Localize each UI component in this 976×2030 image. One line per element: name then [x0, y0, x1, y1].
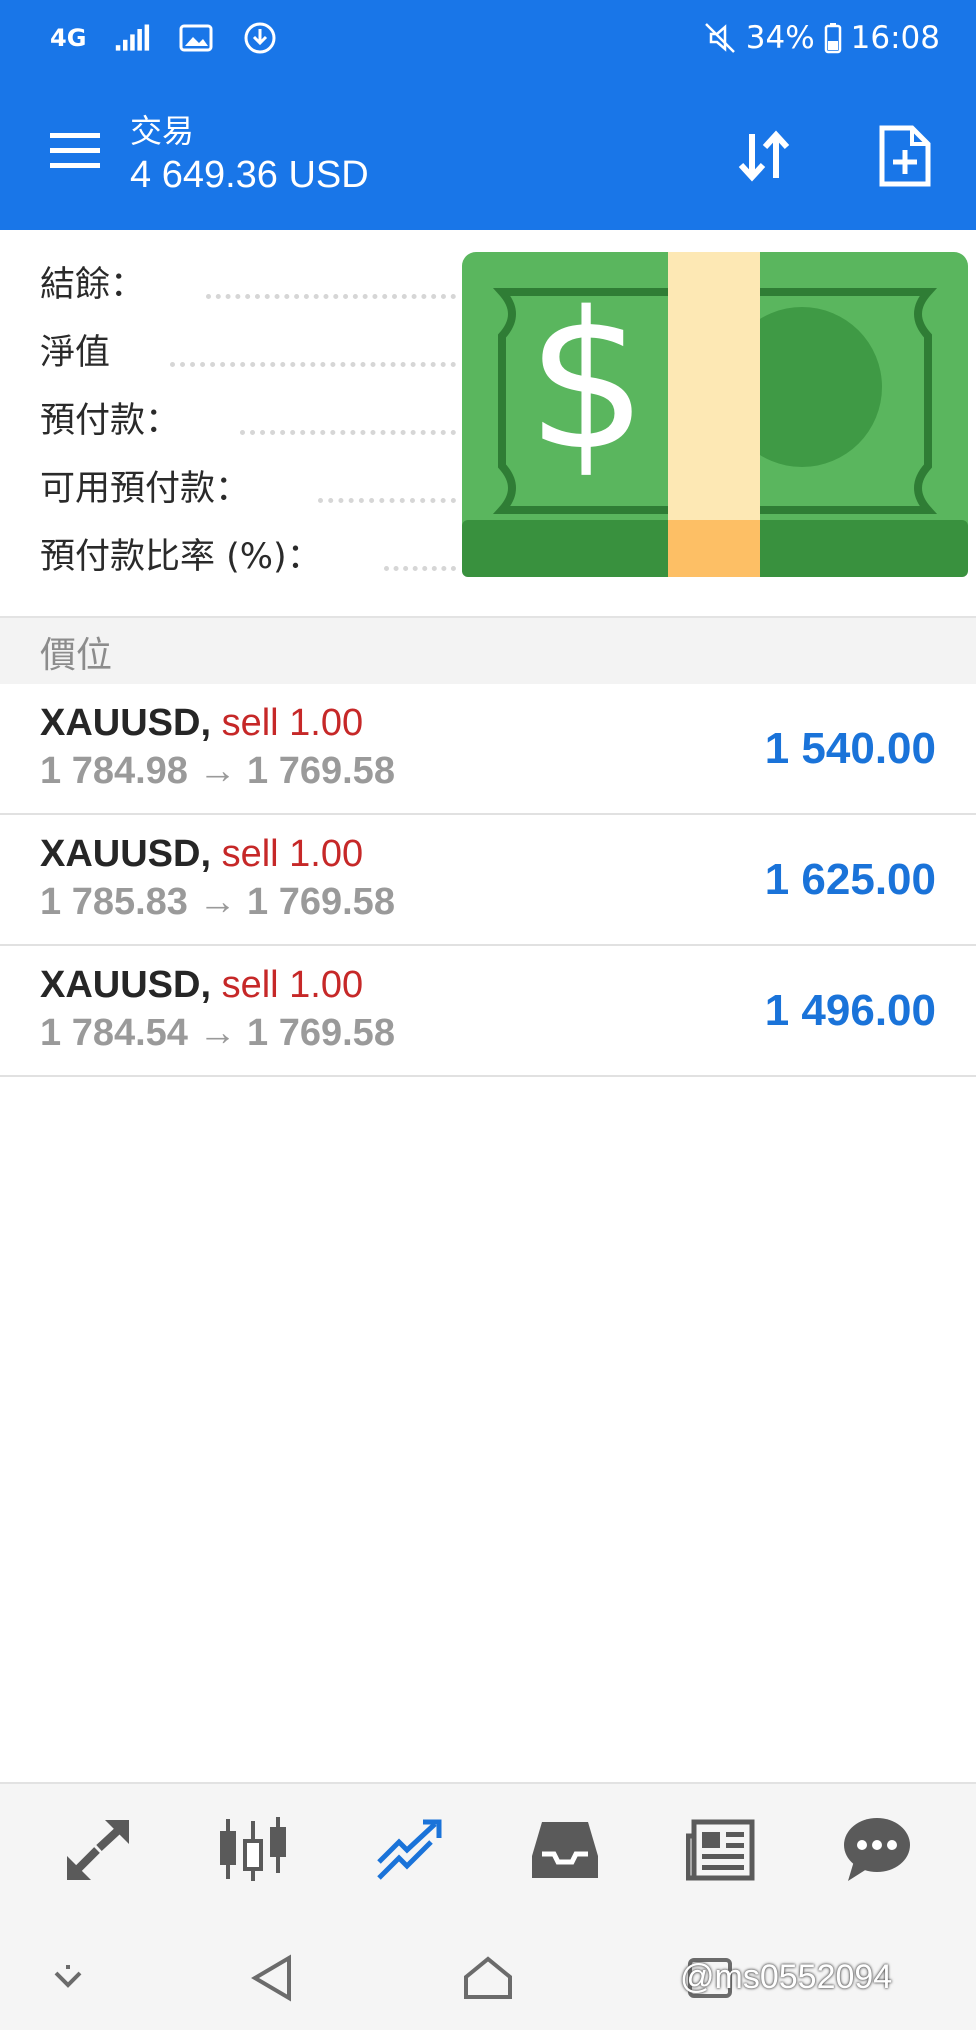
signal-icon [114, 20, 150, 56]
chart-icon [220, 1817, 286, 1881]
position-symbol: XAUUSD, [40, 964, 212, 1006]
nav-quotes[interactable] [58, 1810, 138, 1890]
equity-row: 淨值 [40, 318, 110, 380]
download-icon [242, 20, 278, 56]
equity-dots [170, 358, 456, 367]
position-side: sell 1.00 [221, 964, 364, 1006]
balance-row: 結餘： [40, 250, 145, 312]
margin-level-label: 預付款比率 (%)： [40, 536, 322, 577]
position-prices: 1 784.54 → 1 769.58 [40, 1012, 395, 1054]
margin-dots [240, 426, 456, 435]
status-bar: 4G 34% 16:08 [0, 0, 976, 80]
position-title: XAUUSD, sell 1.00 [40, 833, 363, 876]
free-margin-dots [318, 494, 456, 503]
status-right: 34% 16:08 [702, 20, 940, 56]
trade-icon [377, 1819, 442, 1880]
image-icon [178, 20, 214, 56]
network-indicator: 4G [50, 24, 87, 52]
quotes-icon [67, 1820, 129, 1880]
collapse-icon [54, 1965, 82, 1988]
page-title: 交易 [130, 112, 195, 150]
home-button[interactable] [458, 1948, 518, 2008]
nav-news[interactable] [681, 1810, 761, 1890]
battery-icon [823, 20, 843, 56]
sort-button[interactable] [732, 124, 796, 188]
svg-text:$: $ [527, 271, 648, 492]
positions-title: 價位 [40, 635, 113, 676]
position-side: sell 1.00 [221, 702, 364, 744]
position-row[interactable]: XAUUSD, sell 1.00 1 784.54 → 1 769.58 1 … [0, 946, 976, 1077]
position-profit: 1 625.00 [764, 855, 936, 904]
position-prices: 1 785.83 → 1 769.58 [40, 881, 395, 923]
chat-icon [844, 1818, 910, 1881]
collapse-button[interactable] [38, 1948, 98, 2008]
position-symbol: XAUUSD, [40, 833, 212, 875]
free-margin-row: 可用預付款： [40, 454, 250, 516]
position-title: XAUUSD, sell 1.00 [40, 964, 363, 1007]
clock: 16:08 [850, 20, 940, 56]
new-order-icon [879, 125, 931, 187]
news-icon [686, 1819, 755, 1881]
position-title: XAUUSD, sell 1.00 [40, 702, 363, 745]
nav-history[interactable] [525, 1810, 605, 1890]
status-left: 4G [50, 20, 278, 56]
app-bar: 交易 4 649.36 USD [0, 80, 976, 230]
position-side: sell 1.00 [221, 833, 364, 875]
position-row[interactable]: XAUUSD, sell 1.00 1 785.83 → 1 769.58 1 … [0, 815, 976, 946]
home-icon [464, 1956, 512, 1999]
position-row[interactable]: XAUUSD, sell 1.00 1 784.98 → 1 769.58 1 … [0, 684, 976, 815]
equity-label: 淨值 [40, 332, 111, 373]
mute-icon [702, 20, 738, 56]
position-profit: 1 496.00 [764, 986, 936, 1035]
watermark: @ms0552094 [680, 1958, 893, 1996]
free-margin-label: 可用預付款： [40, 468, 251, 509]
margin-level-row: 預付款比率 (%)： [40, 522, 322, 584]
margin-label: 預付款： [40, 400, 181, 441]
margin-level-dots [384, 562, 456, 571]
menu-button[interactable] [48, 130, 102, 172]
history-icon [532, 1822, 598, 1878]
position-profit: 1 540.00 [764, 724, 936, 773]
balance-label: 結餘： [40, 264, 146, 305]
nav-chat[interactable] [837, 1810, 917, 1890]
position-symbol: XAUUSD, [40, 702, 212, 744]
new-order-button[interactable] [872, 124, 936, 188]
battery-percent: 34% [745, 20, 815, 56]
sort-icon [738, 130, 790, 182]
account-balance: 4 649.36 USD [130, 154, 369, 196]
back-button[interactable] [243, 1948, 303, 2008]
menu-icon [50, 133, 100, 168]
nav-trade[interactable] [370, 1810, 450, 1890]
money-emoji-icon: $ [462, 252, 968, 577]
nav-chart[interactable] [213, 1810, 293, 1890]
back-icon [251, 1954, 291, 2002]
margin-row: 預付款： [40, 386, 180, 448]
bottom-nav [0, 1782, 976, 1914]
positions-header: 價位 [0, 616, 976, 686]
position-prices: 1 784.98 → 1 769.58 [40, 750, 395, 792]
balance-dots [206, 290, 456, 299]
